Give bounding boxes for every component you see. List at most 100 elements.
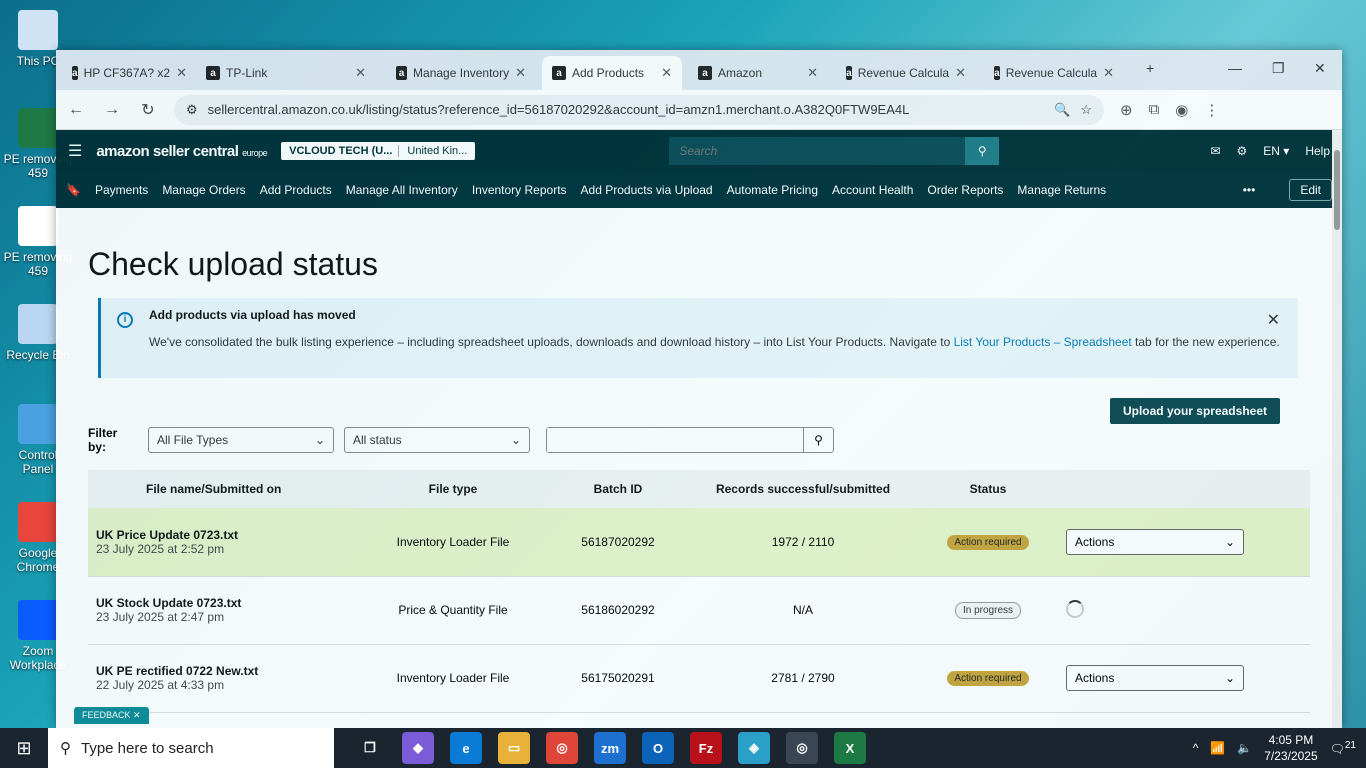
edge-icon[interactable]: e [450, 732, 482, 764]
col-type[interactable]: File type [358, 470, 548, 508]
info-banner: i Add products via upload has moved We'v… [98, 298, 1298, 378]
upload-spreadsheet-button[interactable]: Upload your spreadsheet [1109, 398, 1280, 424]
col-file[interactable]: File name/Submitted on [88, 470, 358, 508]
nav-item[interactable]: Order Reports [927, 183, 1003, 197]
task-view-icon[interactable]: ❐ [354, 732, 386, 764]
browser-tab[interactable]: a Revenue Calcula ✕ [984, 56, 1124, 90]
close-window-icon[interactable]: ✕ [1314, 60, 1326, 77]
taskbar-search[interactable]: ⚲ Type here to search [48, 728, 334, 768]
nav-item[interactable]: Inventory Reports [472, 183, 567, 197]
profile-icon[interactable]: ◉ [1175, 101, 1188, 119]
tab-close-icon[interactable]: ✕ [515, 65, 526, 81]
records-count: 2781 / 2790 [688, 644, 918, 713]
clock[interactable]: 4:05 PM 7/23/2025 [1264, 732, 1317, 764]
taskbar: ⊞ ⚲ Type here to search ❐ ◆ e ▭ ◎ zm O F… [0, 728, 1366, 768]
batch-id: 56175020291 [548, 644, 688, 713]
file-cell: UK Stock Update 0723.txt 23 July 2025 at … [88, 576, 358, 645]
batch-search-input[interactable] [547, 428, 803, 452]
nav-item[interactable]: Payments [95, 183, 148, 197]
volume-icon[interactable]: 🔈 [1237, 741, 1252, 755]
zoom-icon[interactable]: 🔍 [1054, 102, 1070, 118]
tab-close-icon[interactable]: ✕ [807, 65, 818, 81]
file-name[interactable]: UK Stock Update 0723.txt [96, 596, 358, 610]
nav-item[interactable]: Automate Pricing [727, 183, 818, 197]
browser-tab[interactable]: a Add Products ✕ [542, 56, 682, 90]
outlook-icon[interactable]: O [642, 732, 674, 764]
sc-search-input[interactable] [669, 137, 966, 165]
amazon-favicon-icon: a [396, 66, 408, 80]
browser-tab[interactable]: a Manage Inventory ✕ [386, 56, 536, 90]
chevron-up-icon[interactable]: ^ [1193, 741, 1199, 755]
status-dropdown[interactable]: All status ⌄ [344, 427, 530, 453]
help-link[interactable]: Help [1305, 144, 1330, 158]
new-tab-icon[interactable]: + [1146, 60, 1154, 76]
nav-item[interactable]: Manage Orders [162, 183, 245, 197]
table-row: UK Stock Update 0723.txt 23 July 2025 at … [88, 576, 1310, 645]
file-name[interactable]: UK Price Update 0723.txt [96, 528, 358, 542]
bookmark-star-icon[interactable]: ☆ [1080, 102, 1092, 118]
tab-label: Revenue Calcula [857, 66, 950, 80]
browser-tab[interactable]: a Amazon ✕ [688, 56, 828, 90]
address-bar[interactable]: ⚙ sellercentral.amazon.co.uk/listing/sta… [174, 94, 1104, 125]
language-selector[interactable]: EN ▾ [1263, 144, 1289, 158]
amazon-favicon-icon: a [206, 66, 220, 80]
list-your-products-link[interactable]: List Your Products – Spreadsheet [954, 335, 1132, 349]
nav-item[interactable]: Manage Returns [1017, 183, 1106, 197]
copilot-icon[interactable]: ◆ [402, 732, 434, 764]
sc-search-button[interactable]: ⚲ [965, 137, 1000, 165]
hamburger-icon[interactable]: ☰ [68, 141, 82, 161]
zoom-icon[interactable]: zm [594, 732, 626, 764]
extension-icon[interactable]: ⊕ [1120, 101, 1133, 119]
puzzle-icon[interactable]: ⧉ [1149, 101, 1160, 118]
back-icon[interactable]: ← [66, 101, 86, 119]
browser-tab[interactable]: a Revenue Calcula ✕ [836, 56, 976, 90]
nav-item[interactable]: Account Health [832, 183, 913, 197]
app-icon[interactable]: ◈ [738, 732, 770, 764]
file-type-dropdown[interactable]: All File Types ⌄ [148, 427, 334, 453]
banner-close-icon[interactable]: ✕ [1267, 310, 1280, 330]
mail-icon[interactable]: ✉ [1210, 144, 1220, 158]
nav-item[interactable]: Add Products [260, 183, 332, 197]
tab-close-icon[interactable]: ✕ [661, 65, 672, 81]
tab-close-icon[interactable]: ✕ [176, 65, 187, 81]
browser-tab[interactable]: a HP CF367A? x2 ✕ [62, 56, 190, 90]
nav-item[interactable]: Add Products via Upload [581, 183, 713, 197]
table-row: UK Price Update 0723.txt 23 July 2025 at … [88, 508, 1310, 577]
notification-icon[interactable]: 🗨21 [1330, 740, 1356, 756]
tab-close-icon[interactable]: ✕ [355, 65, 366, 81]
restore-icon[interactable]: ❐ [1272, 60, 1285, 77]
col-batch[interactable]: Batch ID [548, 470, 688, 508]
minimize-icon[interactable]: — [1228, 60, 1242, 76]
file-name[interactable]: UK PE rectified 0722 New.txt [96, 664, 358, 678]
filezilla-icon[interactable]: Fz [690, 732, 722, 764]
menu-icon[interactable]: ⋮ [1204, 101, 1219, 119]
edit-nav-button[interactable]: Edit [1289, 179, 1332, 201]
wifi-icon[interactable]: 📶 [1210, 741, 1225, 755]
site-info-icon[interactable]: ⚙ [186, 102, 198, 118]
chrome-active-icon[interactable]: ◎ [786, 732, 818, 764]
tab-label: Revenue Calcula [1005, 66, 1098, 80]
chrome-icon[interactable]: ◎ [546, 732, 578, 764]
excel-icon[interactable]: X [834, 732, 866, 764]
feedback-button[interactable]: FEEDBACK ✕ [74, 707, 149, 724]
tab-close-icon[interactable]: ✕ [955, 65, 966, 81]
nav-item[interactable]: Manage All Inventory [346, 183, 458, 197]
tab-label: HP CF367A? x2 [83, 66, 171, 80]
browser-window: a HP CF367A? x2 ✕ a TP-Link ✕ a Manage Inventor… [56, 50, 1342, 728]
seller-central-logo[interactable]: amazon seller central europe [96, 143, 267, 160]
reload-icon[interactable]: ↻ [138, 100, 158, 120]
more-icon[interactable]: ••• [1243, 183, 1256, 197]
search-icon[interactable]: ⚲ [803, 428, 833, 452]
settings-gear-icon[interactable]: ⚙ [1237, 144, 1248, 158]
page-scrollbar[interactable] [1332, 130, 1342, 728]
forward-icon[interactable]: → [102, 101, 122, 119]
bookmark-icon[interactable]: 🔖 [66, 183, 81, 197]
actions-dropdown[interactable]: Actions ⌄ [1066, 528, 1244, 555]
windows-start-icon[interactable]: ⊞ [0, 738, 48, 759]
tab-close-icon[interactable]: ✕ [1103, 65, 1114, 81]
browser-tab[interactable]: a TP-Link ✕ [196, 56, 376, 90]
actions-dropdown[interactable]: Actions ⌄ [1066, 665, 1244, 691]
file-explorer-icon[interactable]: ▭ [498, 732, 530, 764]
file-type: Inventory Loader File [358, 644, 548, 713]
account-switcher[interactable]: VCLOUD TECH (U... United Kin... [281, 142, 476, 160]
